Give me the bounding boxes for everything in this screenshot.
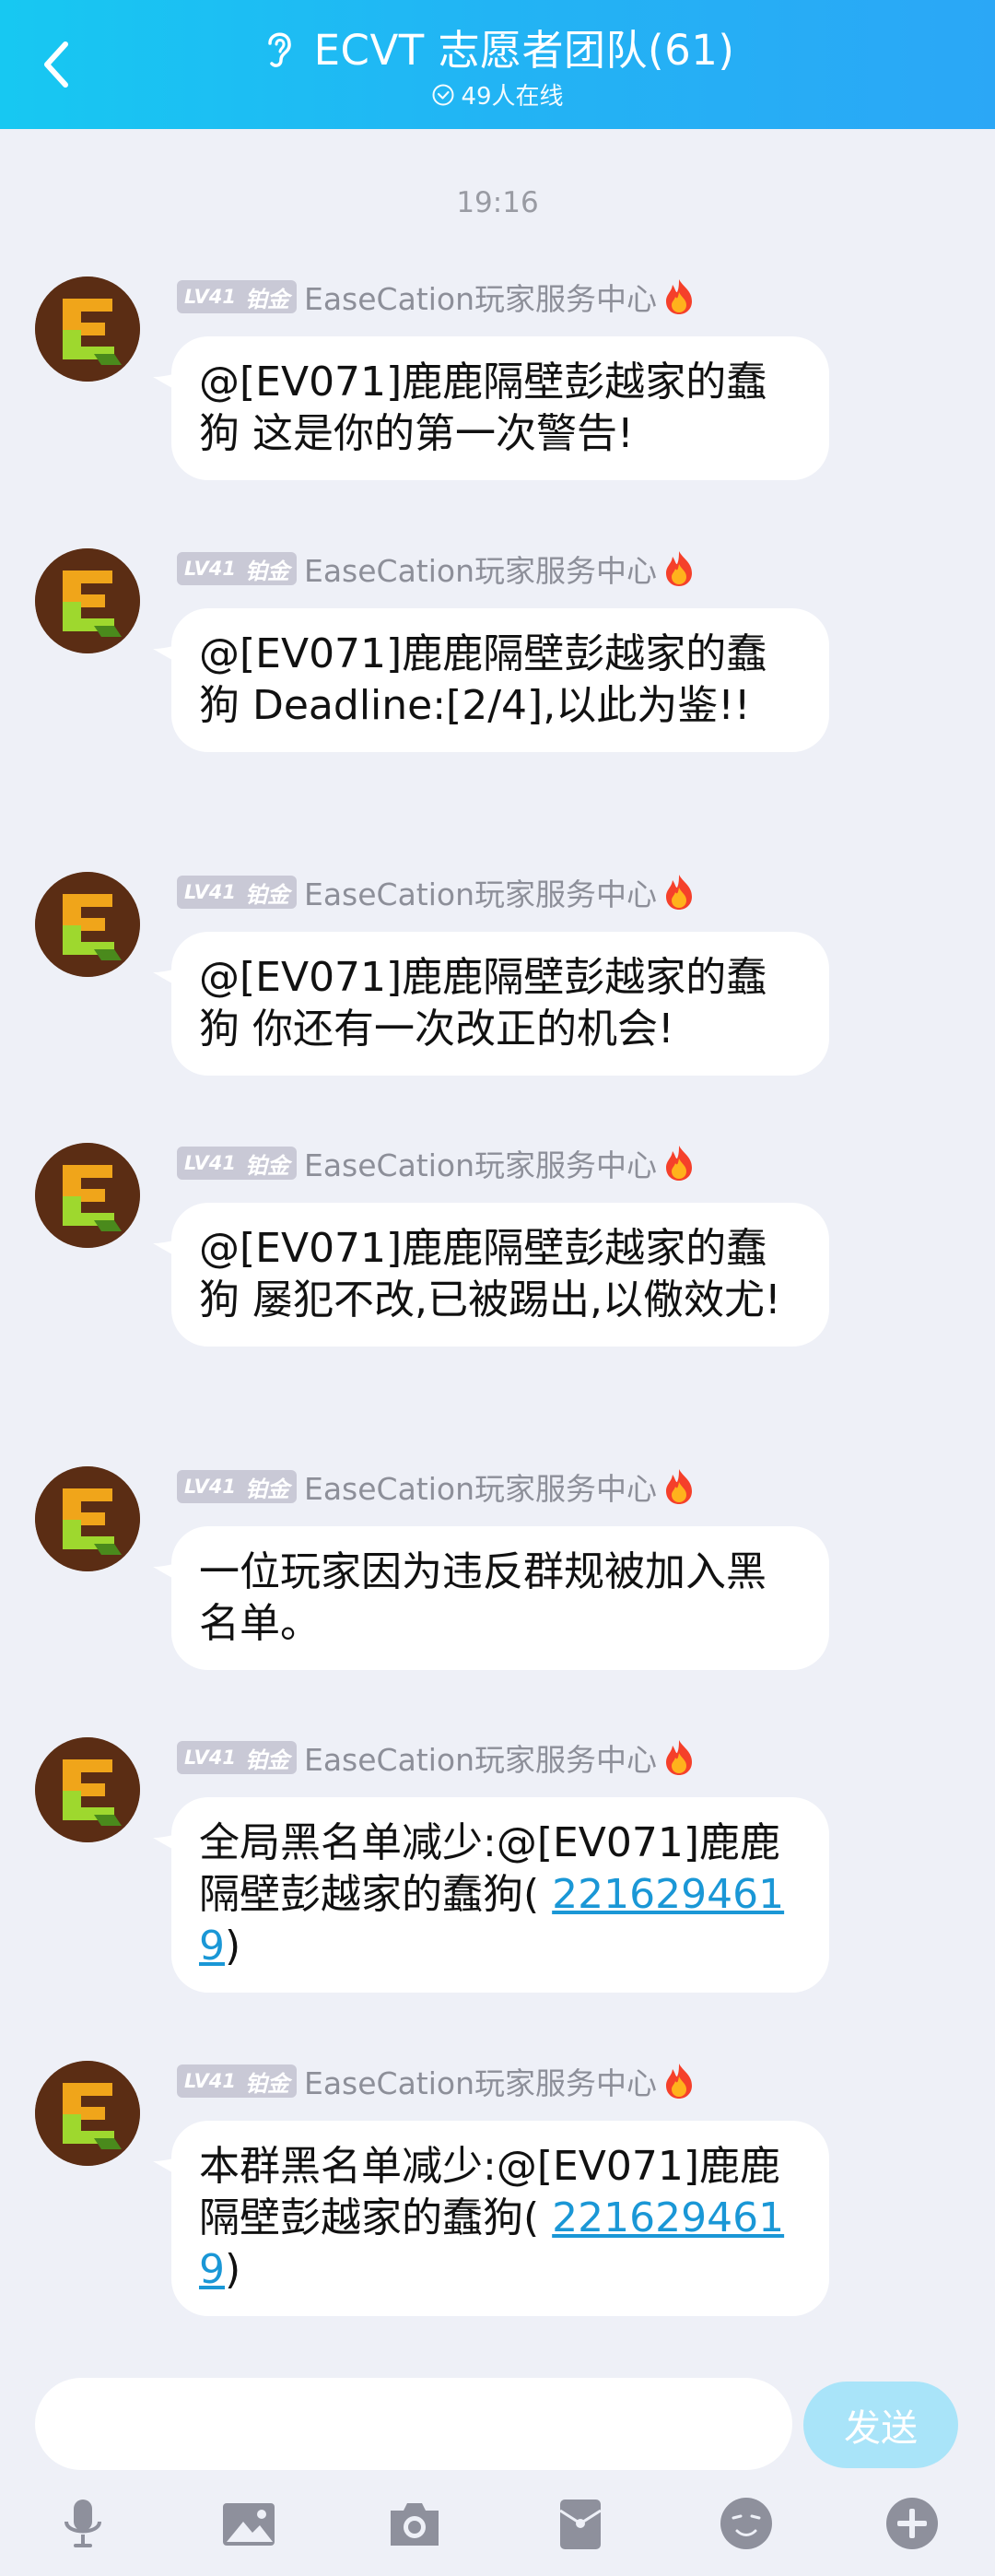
time-stamp: 19:16 [456,186,539,219]
message-bubble[interactable]: @[EV071]鹿鹿隔壁彭越家的蠢狗 屡犯不改,已被踢出,以儆效尤! [171,1203,829,1347]
fire-icon [666,551,693,586]
rank-label: 铂金 [244,881,289,908]
sender-name[interactable]: EaseCation玩家服务中心 [304,1141,657,1185]
easecation-logo-icon [35,1737,140,1842]
easecation-logo-icon [35,1143,140,1248]
level-badge: LV41 铂金 [177,2064,297,2098]
message-bubble[interactable]: 全局黑名单减少:@[EV071]鹿鹿隔壁彭越家的蠢狗( 2216294619) [171,1797,829,1993]
message-bubble[interactable]: @[EV071]鹿鹿隔壁彭越家的蠢狗 Deadline:[2/4],以此为鉴!! [171,608,829,752]
avatar[interactable] [35,1466,140,1571]
level-badge: LV41 铂金 [177,1470,297,1503]
plus-icon [886,2498,938,2549]
level-label: LV41 [184,1747,236,1769]
avatar[interactable] [35,1737,140,1842]
sender-row: LV41 铂金 EaseCation玩家服务中心 [177,276,697,317]
level-badge: LV41 铂金 [177,552,297,585]
mic-icon [64,2500,101,2547]
avatar[interactable] [35,276,140,382]
more-button[interactable] [883,2494,942,2553]
message-text-suffix: ) [225,1923,241,1970]
rank-label: 铂金 [244,1476,289,1502]
level-badge: LV41 铂金 [177,876,297,909]
fire-icon [666,1469,693,1504]
bottom-toolbar [0,2470,995,2576]
rank-label: 铂金 [244,2070,289,2097]
sender-name[interactable]: EaseCation玩家服务中心 [304,275,657,319]
rank-label: 铂金 [244,286,289,312]
sender-name[interactable]: EaseCation玩家服务中心 [304,1735,657,1780]
message-bubble[interactable]: @[EV071]鹿鹿隔壁彭越家的蠢狗 你还有一次改正的机会! [171,932,829,1076]
rank-label: 铂金 [244,1747,289,1773]
avatar[interactable] [35,872,140,977]
online-status: 49人在线 [0,77,995,112]
sender-row: LV41 铂金 EaseCation玩家服务中心 [177,2061,697,2101]
avatar[interactable] [35,2061,140,2166]
easecation-logo-icon [35,2061,140,2166]
sender-name[interactable]: EaseCation玩家服务中心 [304,547,657,591]
easecation-logo-icon [35,276,140,382]
sender-row: LV41 铂金 EaseCation玩家服务中心 [177,1143,697,1183]
fire-icon [666,2064,693,2099]
level-badge: LV41 铂金 [177,1741,297,1774]
level-label: LV41 [184,881,236,903]
sender-name[interactable]: EaseCation玩家服务中心 [304,1464,657,1509]
level-badge: LV41 铂金 [177,280,297,313]
sender-row: LV41 铂金 EaseCation玩家服务中心 [177,548,697,589]
sender-row: LV41 铂金 EaseCation玩家服务中心 [177,872,697,912]
rank-label: 铂金 [244,1152,289,1179]
level-badge: LV41 铂金 [177,1147,297,1180]
camera-button[interactable] [385,2494,444,2553]
send-button[interactable]: 发送 [803,2382,958,2468]
easecation-logo-icon [35,872,140,977]
message-text: @[EV071]鹿鹿隔壁彭越家的蠢狗 Deadline:[2/4],以此为鉴!! [199,630,767,729]
level-label: LV41 [184,2070,236,2092]
emoji-button[interactable] [717,2494,776,2553]
message-text: @[EV071]鹿鹿隔壁彭越家的蠢狗 你还有一次改正的机会! [199,954,767,1053]
avatar[interactable] [35,1143,140,1248]
level-label: LV41 [184,1476,236,1498]
rank-label: 铂金 [244,558,289,584]
message-text: @[EV071]鹿鹿隔壁彭越家的蠢狗 屡犯不改,已被踢出,以儆效尤! [199,1225,781,1323]
ear-icon [267,32,291,67]
image-icon [223,2503,275,2546]
camera-icon [391,2503,439,2546]
easecation-logo-icon [35,1466,140,1571]
gallery-button[interactable] [219,2494,278,2553]
fire-icon [666,279,693,314]
message-bubble[interactable]: 本群黑名单减少:@[EV071]鹿鹿隔壁彭越家的蠢狗( 2216294619) [171,2121,829,2316]
level-label: LV41 [184,558,236,580]
red-packet-button[interactable] [551,2494,610,2553]
message-text: 一位玩家因为违反群规被加入黑名单。 [199,1548,767,1647]
fire-icon [666,1740,693,1775]
online-check-icon [432,84,454,105]
sender-row: LV41 铂金 EaseCation玩家服务中心 [177,1466,697,1507]
message-text-suffix: ) [225,2246,241,2293]
level-label: LV41 [184,286,236,308]
level-label: LV41 [184,1152,236,1174]
group-title: ECVT 志愿者团队(61) [313,26,735,75]
sender-name[interactable]: EaseCation玩家服务中心 [304,2059,657,2103]
avatar[interactable] [35,548,140,653]
sender-name[interactable]: EaseCation玩家服务中心 [304,870,657,914]
sender-row: LV41 铂金 EaseCation玩家服务中心 [177,1737,697,1778]
fire-icon [666,875,693,910]
online-count: 49人在线 [461,83,564,111]
message-text: @[EV071]鹿鹿隔壁彭越家的蠢狗 这是你的第一次警告! [199,359,767,457]
message-bubble[interactable]: @[EV071]鹿鹿隔壁彭越家的蠢狗 这是你的第一次警告! [171,336,829,480]
voice-button[interactable] [53,2494,112,2553]
chat-header: ECVT 志愿者团队(61) 49人在线 [0,0,995,129]
message-input[interactable] [35,2378,792,2470]
emoji-icon [720,2498,772,2549]
easecation-logo-icon [35,548,140,653]
chat-area[interactable]: 19:16 LV41 铂金 EaseCation玩家服务中心 @[EV071]鹿… [0,129,995,2359]
message-bubble[interactable]: 一位玩家因为违反群规被加入黑名单。 [171,1526,829,1670]
input-bar: 发送 [0,2359,995,2470]
red-packet-icon [559,2500,602,2549]
group-title-row[interactable]: ECVT 志愿者团队(61) [0,17,995,76]
fire-icon [666,1146,693,1181]
